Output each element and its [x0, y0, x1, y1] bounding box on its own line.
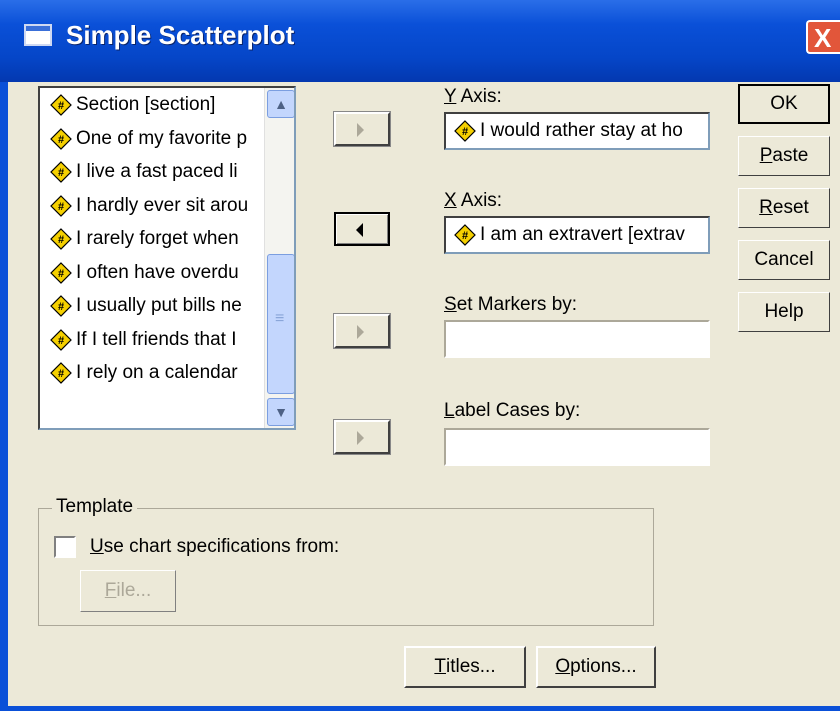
variable-list-item[interactable]: # I hardly ever sit arou [50, 191, 248, 221]
close-icon: X [814, 23, 832, 53]
y-axis-field[interactable]: # I would rather stay at ho [444, 112, 710, 150]
variable-list-item[interactable]: # I usually put bills ne [50, 291, 242, 321]
svg-text:#: # [58, 335, 64, 347]
window-frame-left [0, 82, 8, 711]
numeric-scale-icon: # [50, 261, 72, 284]
scroll-down-icon[interactable]: ▼ [267, 398, 294, 426]
y-axis-label: Y Axis: [444, 86, 502, 107]
close-button[interactable]: X [806, 20, 840, 54]
label-cases-label: Label Cases by: [444, 400, 581, 421]
y-axis-value: I would rather stay at ho [480, 120, 683, 141]
window-icon [24, 24, 52, 46]
arrow-left-icon [356, 223, 363, 237]
variable-label: I rely on a calendar [76, 362, 238, 383]
x-axis-field[interactable]: # I am an extravert [extrav [444, 216, 710, 254]
variable-list-item[interactable]: # Section [section] [50, 90, 215, 120]
arrow-right-icon [357, 325, 364, 339]
numeric-scale-icon: # [50, 362, 72, 384]
variable-list-item[interactable]: # I rarely forget when [50, 224, 239, 254]
numeric-scale-icon: # [50, 328, 72, 351]
window-title: Simple Scatterplot [66, 20, 295, 50]
use-chart-specs-label[interactable]: Use chart specifications from: [90, 536, 339, 558]
help-button[interactable]: Help [738, 292, 830, 332]
svg-text:#: # [58, 268, 64, 280]
scrollbar-thumb[interactable] [267, 254, 294, 394]
cancel-button[interactable]: Cancel [738, 240, 830, 280]
svg-text:#: # [58, 100, 64, 112]
svg-text:#: # [462, 126, 468, 138]
arrow-right-icon [357, 123, 364, 137]
move-to-label-cases-button[interactable] [333, 419, 391, 455]
variable-list[interactable]: # Section [section] # One of my favorite p #… [38, 86, 296, 430]
numeric-scale-icon: # [50, 295, 72, 317]
numeric-scale-icon: # [50, 127, 72, 150]
variable-list-item[interactable]: # One of my favorite p [50, 124, 247, 154]
variable-label: I often have overdu [76, 261, 239, 283]
move-to-set-markers-button[interactable] [333, 313, 391, 349]
numeric-scale-icon: # [50, 94, 72, 116]
svg-text:#: # [462, 230, 468, 242]
variable-label: I rarely forget when [76, 228, 239, 249]
x-axis-label: X Axis: [444, 190, 503, 211]
options-button[interactable]: Options... [536, 646, 656, 688]
reset-button[interactable]: Reset [738, 188, 830, 228]
numeric-scale-icon: # [454, 224, 476, 246]
paste-button[interactable]: Paste [738, 136, 830, 176]
template-legend: Template [52, 496, 138, 518]
use-chart-specs-checkbox[interactable] [54, 536, 76, 558]
arrow-right-icon [357, 431, 364, 445]
svg-text:#: # [58, 201, 64, 213]
variable-list-item[interactable]: # I rely on a calendar [50, 358, 238, 388]
svg-text:#: # [58, 167, 64, 179]
set-markers-label: Set Markers by: [444, 294, 578, 315]
numeric-scale-icon: # [50, 194, 72, 217]
numeric-scale-icon: # [50, 161, 72, 183]
variable-list-scrollbar[interactable]: ▲ ▼ [264, 88, 294, 428]
x-axis-value: I am an extravert [extrav [480, 224, 685, 245]
variable-list-item[interactable]: # I live a fast paced li [50, 157, 238, 187]
window-frame-bottom [0, 706, 840, 711]
variable-list-item[interactable]: # If I tell friends that I [50, 325, 237, 355]
variable-label: If I tell friends that I [76, 328, 237, 350]
variable-label: I hardly ever sit arou [76, 194, 249, 216]
svg-text:#: # [58, 301, 64, 313]
move-to-y-axis-button[interactable] [333, 111, 391, 147]
set-markers-field[interactable] [444, 320, 710, 358]
file-button: File... [80, 570, 176, 612]
variable-label: I usually put bills ne [76, 295, 242, 316]
svg-text:#: # [58, 234, 64, 246]
variable-label: Section [section] [76, 94, 216, 115]
svg-text:#: # [58, 368, 64, 380]
numeric-scale-icon: # [50, 228, 72, 250]
scroll-up-icon[interactable]: ▲ [267, 90, 294, 118]
variable-list-item[interactable]: # I often have overdu [50, 258, 239, 288]
variable-label: One of my favorite p [76, 127, 248, 149]
svg-text:#: # [58, 134, 64, 146]
move-from-x-axis-button[interactable] [334, 212, 390, 246]
titles-button[interactable]: Titles... [404, 646, 526, 688]
ok-button[interactable]: OK [738, 84, 830, 124]
label-cases-field[interactable] [444, 428, 710, 466]
numeric-scale-icon: # [454, 120, 476, 142]
variable-label: I live a fast paced li [76, 161, 238, 182]
